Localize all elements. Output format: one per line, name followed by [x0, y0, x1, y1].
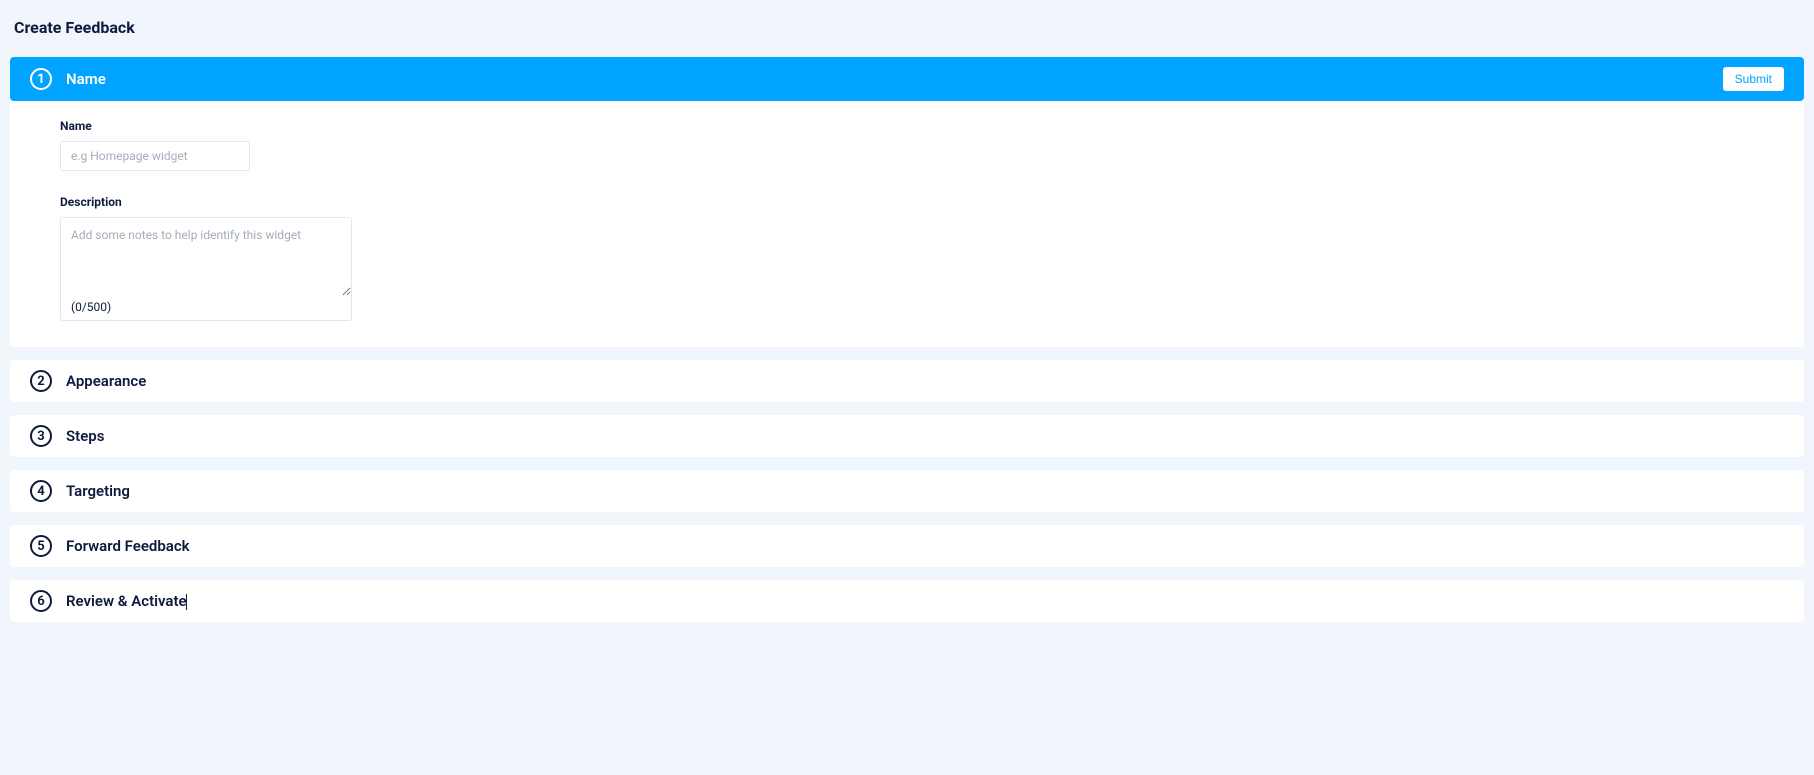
step-number-2: 2 [30, 370, 52, 392]
name-label: Name [60, 119, 1764, 133]
step-title-name: Name [66, 70, 106, 88]
step-header-steps[interactable]: 3 Steps [10, 415, 1804, 457]
step-title-review: Review & Activate [66, 592, 187, 610]
step-header-appearance[interactable]: 2 Appearance [10, 360, 1804, 402]
step-name-container: 1 Name Submit Name Description (0/500) [10, 57, 1804, 347]
page-title: Create Feedback [0, 0, 1814, 57]
step-forward-container: 5 Forward Feedback [10, 525, 1804, 567]
step-number-3: 3 [30, 425, 52, 447]
step-title-steps: Steps [66, 427, 104, 445]
name-field-group: Name [60, 119, 1764, 171]
step-header-name[interactable]: 1 Name Submit [10, 57, 1804, 101]
step-steps-container: 3 Steps [10, 415, 1804, 457]
step-title-review-text: Review & Activate [66, 592, 187, 610]
description-textarea[interactable] [61, 218, 351, 296]
step-title-appearance: Appearance [66, 372, 146, 390]
step-number-4: 4 [30, 480, 52, 502]
step-title-forward: Forward Feedback [66, 537, 190, 555]
step-appearance-container: 2 Appearance [10, 360, 1804, 402]
step-number-1: 1 [30, 68, 52, 90]
submit-button[interactable]: Submit [1723, 67, 1784, 91]
text-cursor-icon [186, 594, 187, 610]
char-counter: (0/500) [61, 296, 351, 314]
step-header-review[interactable]: 6 Review & Activate [10, 580, 1804, 622]
step-number-6: 6 [30, 590, 52, 612]
description-box: (0/500) [60, 217, 352, 321]
name-input[interactable] [60, 141, 250, 171]
step-body-name: Name Description (0/500) [10, 101, 1804, 347]
step-number-5: 5 [30, 535, 52, 557]
description-field-group: Description (0/500) [60, 195, 1764, 321]
description-label: Description [60, 195, 1764, 209]
step-title-targeting: Targeting [66, 482, 130, 500]
step-targeting-container: 4 Targeting [10, 470, 1804, 512]
step-header-forward[interactable]: 5 Forward Feedback [10, 525, 1804, 567]
step-review-container: 6 Review & Activate [10, 580, 1804, 622]
step-header-targeting[interactable]: 4 Targeting [10, 470, 1804, 512]
